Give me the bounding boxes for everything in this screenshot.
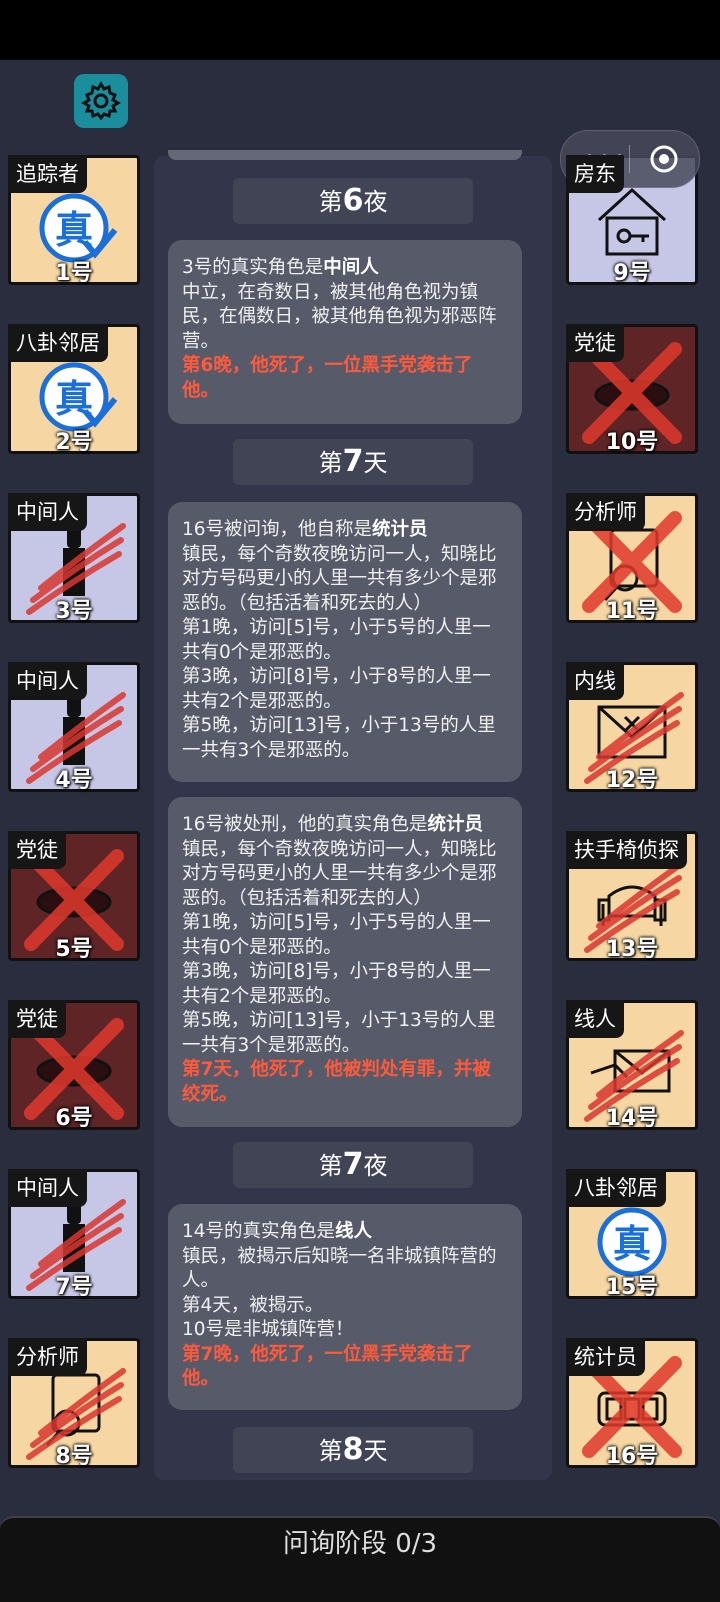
svg-text:真: 真 [613, 1222, 651, 1266]
seat-number: 13号 [605, 937, 659, 962]
seat-number: 3号 [55, 599, 93, 624]
role-badge: 扶手椅侦探 [566, 831, 687, 869]
role-badge: 中间人 [8, 493, 87, 531]
player-card-15[interactable]: 真 八卦邻居 15号 [566, 1169, 698, 1300]
seat-number: 16号 [605, 1444, 659, 1469]
message-card: 3号的真实角色是中间人 中立，在奇数日，被其他角色视为镇民，在偶数日，被其他角色… [168, 240, 522, 424]
phase-label: 问询阶段 0/3 [282, 1529, 438, 1559]
role-badge: 八卦邻居 [566, 1169, 666, 1207]
role-badge: 中间人 [8, 662, 87, 700]
settings-button[interactable] [74, 74, 128, 128]
night-7-header: 第7夜 [233, 1142, 473, 1188]
previous-message-edge [168, 150, 522, 160]
role-badge: 党徒 [8, 1000, 66, 1038]
seat-number: 2号 [55, 430, 93, 455]
seat-number: 4号 [55, 768, 93, 793]
player-card-12[interactable]: 内线 12号 [566, 662, 698, 793]
role-badge: 统计员 [566, 1338, 645, 1376]
seat-number: 9号 [613, 261, 651, 286]
seat-number: 15号 [605, 1275, 659, 1300]
status-bar [0, 0, 720, 60]
seat-number: 6号 [55, 1106, 93, 1131]
player-card-5[interactable]: 党徒 5号 [8, 831, 140, 962]
player-card-6[interactable]: 党徒 6号 [8, 1000, 140, 1131]
gear-icon [81, 81, 121, 121]
seat-number: 12号 [605, 768, 659, 793]
seat-number: 7号 [55, 1275, 93, 1300]
role-badge: 党徒 [566, 324, 624, 362]
message-card: 14号的真实角色是线人 镇民，被揭示后知晓一名非城镇阵营的人。 第4天，被揭示。… [168, 1204, 522, 1410]
seat-number: 14号 [605, 1106, 659, 1131]
message-card: 16号被问询，他自称是统计员 镇民，每个奇数夜晚访问一人，知晓比对方号码更小的人… [168, 502, 522, 782]
seat-number: 8号 [55, 1444, 93, 1469]
seat-number: 1号 [55, 261, 93, 286]
player-card-7[interactable]: 中间人 7号 [8, 1169, 140, 1300]
role-badge: 分析师 [566, 493, 645, 531]
player-card-2[interactable]: 真 八卦邻居 2号 [8, 324, 140, 455]
seat-number: 11号 [605, 599, 659, 624]
role-badge: 中间人 [8, 1169, 87, 1207]
player-card-1[interactable]: 真 追踪者 1号 [8, 155, 140, 286]
interrogation-phase-bar[interactable]: 问询阶段 0/3 [0, 1516, 720, 1602]
player-card-3[interactable]: 中间人 3号 [8, 493, 140, 624]
role-badge: 房东 [566, 155, 624, 193]
night-6-header: 第6夜 [233, 178, 473, 224]
player-card-11[interactable]: 分析师 11号 [566, 493, 698, 624]
role-badge: 分析师 [8, 1338, 87, 1376]
player-card-4[interactable]: 中间人 4号 [8, 662, 140, 793]
player-card-8[interactable]: 分析师 8号 [8, 1338, 140, 1469]
day-7-header: 第7天 [233, 439, 473, 485]
player-card-10[interactable]: 党徒 10号 [566, 324, 698, 455]
message-card: 16号被处刑，他的真实角色是统计员 镇民，每个奇数夜晚访问一人，知晓比对方号码更… [168, 797, 522, 1127]
role-badge: 追踪者 [8, 155, 87, 193]
role-badge: 内线 [566, 662, 624, 700]
role-badge: 线人 [566, 1000, 624, 1038]
player-card-16[interactable]: 统计员 16号 [566, 1338, 698, 1469]
capsule-divider [629, 145, 630, 173]
player-card-13[interactable]: 扶手椅侦探 13号 [566, 831, 698, 962]
player-card-14[interactable]: 线人 14号 [566, 1000, 698, 1131]
day-8-header: 第8天 [233, 1427, 473, 1473]
role-badge: 八卦邻居 [8, 324, 108, 362]
seat-number: 10号 [605, 430, 659, 455]
close-target-icon[interactable] [649, 144, 679, 174]
seat-number: 5号 [55, 937, 93, 962]
role-badge: 党徒 [8, 831, 66, 869]
